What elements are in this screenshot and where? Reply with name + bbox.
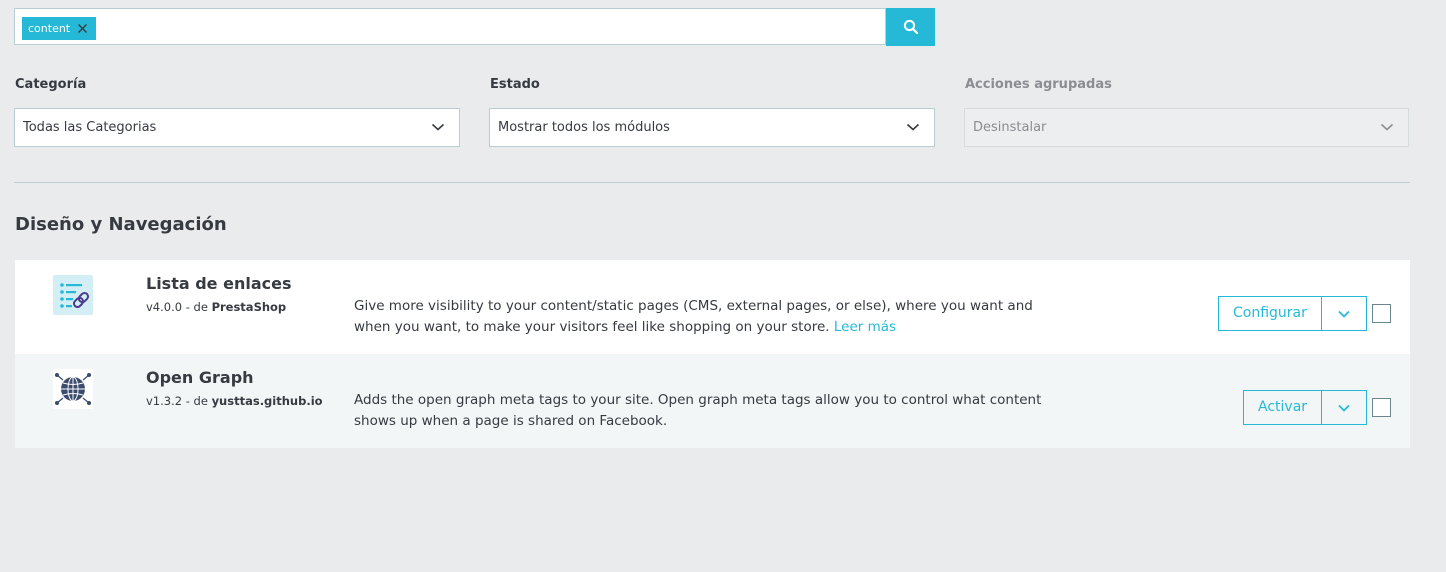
close-icon[interactable] [77,23,88,34]
configure-button[interactable]: Configurar [1219,297,1322,330]
module-actions-dropdown[interactable] [1322,297,1366,330]
search-tag: content [22,17,97,40]
link-list-icon [53,275,93,315]
module-actions-dropdown[interactable] [1322,391,1366,424]
module-author: PrestaShop [211,300,287,314]
module-action-group: Activar [1243,390,1368,425]
chevron-down-icon [906,123,920,131]
status-select-value: Mostrar todos los módulos [498,120,670,135]
module-row: Open Graph v1.3.2 - de yusttas.github.io… [15,354,1410,448]
divider [14,182,1410,183]
module-select-checkbox[interactable] [1372,304,1391,323]
bulk-actions-select: Desinstalar [964,108,1409,147]
module-version: v4.0.0 - de PrestaShop [146,300,286,314]
search-icon [903,19,918,35]
module-version-text: v4.0.0 - de [146,300,212,314]
category-select-value: Todas las Categorias [23,120,157,135]
section-title: Diseño y Navegación [15,214,227,235]
chevron-down-icon [1338,310,1350,318]
search-button[interactable] [886,8,935,46]
activate-button[interactable]: Activar [1244,391,1323,424]
module-description: Give more visibility to your content/sta… [354,296,1054,338]
module-version-text: v1.3.2 - de [146,394,212,408]
chevron-down-icon [431,123,445,131]
category-label: Categoría [15,77,87,92]
search-tag-label: content [28,22,71,35]
module-select-checkbox[interactable] [1372,398,1391,417]
bulk-actions-select-value: Desinstalar [973,120,1047,135]
chevron-down-icon [1380,123,1394,131]
module-description-text: Give more visibility to your content/sta… [354,298,1033,335]
globe-network-icon [53,369,93,409]
module-author: yusttas.github.io [211,394,323,408]
read-more-link[interactable]: Leer más [834,319,896,335]
status-select[interactable]: Mostrar todos los módulos [489,108,935,147]
module-action-group: Configurar [1218,296,1367,331]
module-name: Lista de enlaces [146,274,292,293]
search-input[interactable]: content [14,8,886,45]
module-name: Open Graph [146,368,254,387]
module-version: v1.3.2 - de yusttas.github.io [146,394,323,408]
category-select[interactable]: Todas las Categorias [14,108,460,147]
chevron-down-icon [1338,404,1350,412]
module-row: Lista de enlaces v4.0.0 - de PrestaShop … [15,260,1410,354]
bulk-actions-label: Acciones agrupadas [965,77,1112,92]
status-label: Estado [490,77,540,92]
module-description: Adds the open graph meta tags to your si… [354,392,1042,429]
